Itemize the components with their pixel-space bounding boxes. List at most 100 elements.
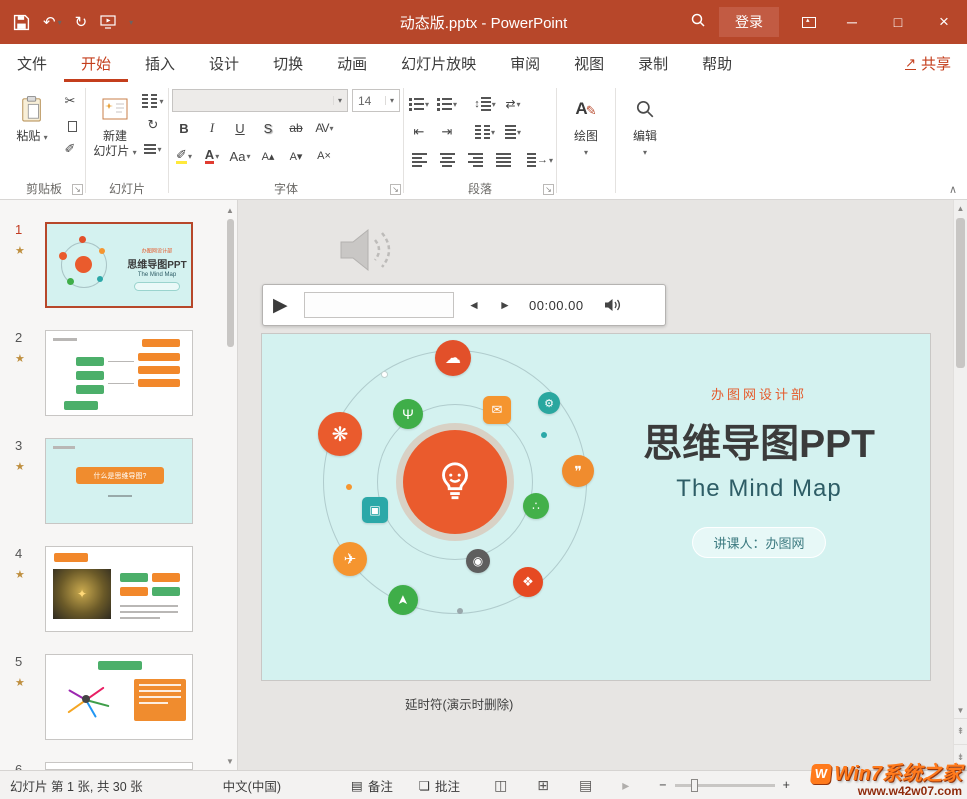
node-rocket-icon[interactable]: ➤ (388, 585, 418, 615)
character-spacing-button[interactable]: AV▾ (312, 116, 336, 140)
center-bulb-node[interactable] (403, 430, 507, 534)
scroll-down-icon[interactable]: ▼ (226, 757, 234, 766)
scroll-up-button[interactable]: ▲ (954, 200, 967, 216)
bold-button[interactable]: B (172, 116, 196, 140)
zoom-in-button[interactable]: + (783, 778, 790, 792)
tab-help[interactable]: 帮助 (685, 44, 749, 82)
reading-view-button[interactable]: ▤ (579, 777, 592, 794)
drawing-button[interactable]: A✎ 绘图▾ (560, 85, 612, 160)
new-slide-button[interactable]: 新建幻灯片 ▾ (89, 85, 141, 160)
share-button[interactable]: ↗ 共享 (905, 44, 951, 82)
scrollbar-track[interactable] (954, 216, 967, 702)
mindmap-graphic[interactable]: ☁ ❋ Ψ ✉ ⚙ ❞ ∴ ▣ ✈ ➤ ◉ ❖ (262, 334, 622, 680)
search-button[interactable] (677, 12, 719, 33)
slide-thumbnail-6[interactable]: 6 (0, 762, 237, 770)
volume-button[interactable] (603, 297, 621, 313)
redo-button[interactable]: ↻ (75, 13, 88, 31)
presenter-pill[interactable]: 讲课人：办图网 (692, 527, 825, 558)
slide-sorter-view-button[interactable]: ⊞ (537, 777, 549, 794)
start-slideshow-button[interactable] (100, 15, 116, 29)
grow-font-button[interactable]: A▴ (256, 144, 280, 168)
tab-insert[interactable]: 插入 (128, 44, 192, 82)
zoom-slider-thumb[interactable] (691, 779, 698, 792)
maximize-button[interactable]: □ (875, 0, 921, 44)
change-case-button[interactable]: Aa▾ (228, 144, 252, 168)
editing-button[interactable]: 编辑▾ (619, 85, 671, 160)
cut-button[interactable]: ✂ (58, 89, 82, 113)
slide-thumbnail-3[interactable]: 3 ★ 什么是思维导图? (0, 438, 237, 524)
customize-qat-button[interactable]: ▾ (129, 18, 133, 27)
delay-note-text[interactable]: 延时符(演示时删除) (405, 694, 513, 713)
slide-title-block[interactable]: 办图网设计部 思维导图PPT The Mind Map 讲课人：办图网 (629, 384, 889, 558)
node-network-icon[interactable]: ∴ (523, 493, 549, 519)
undo-button[interactable]: ↶▾ (43, 13, 62, 31)
node-message-icon[interactable]: ✉ (483, 396, 511, 424)
save-button[interactable] (13, 14, 30, 31)
collapse-ribbon-button[interactable]: ∧ (949, 183, 957, 196)
tab-transitions[interactable]: 切换 (256, 44, 320, 82)
notes-button[interactable]: ▤ 备注 (351, 776, 393, 795)
play-button[interactable]: ▶ (273, 294, 295, 317)
font-name-combobox[interactable]: ▾ (172, 89, 348, 112)
zoom-out-button[interactable]: − (659, 778, 666, 792)
node-plane-icon[interactable]: ✈ (333, 542, 367, 576)
slide-department-text[interactable]: 办图网设计部 (629, 384, 889, 403)
tab-file[interactable]: 文件 (0, 44, 64, 82)
node-cloud-icon[interactable]: ☁ (435, 340, 471, 376)
justify-button[interactable] (491, 148, 515, 172)
slide-thumbnail-5[interactable]: 5 ★ (0, 654, 237, 740)
clear-formatting-button[interactable]: A× (312, 144, 336, 168)
slide-layout-button[interactable]: ▾ (141, 89, 165, 113)
move-back-button[interactable]: ◄ (463, 298, 485, 312)
align-text-button[interactable]: ▾ (501, 120, 525, 144)
scroll-down-button[interactable]: ▼ (954, 702, 967, 718)
normal-view-button[interactable]: ◫ (494, 777, 507, 794)
slide-title-text[interactable]: 思维导图PPT (629, 413, 889, 469)
node-brain-icon[interactable]: ❋ (318, 412, 362, 456)
numbering-button[interactable]: ▾ (435, 92, 459, 116)
close-button[interactable]: × (921, 0, 967, 44)
slide-subtitle-text[interactable]: The Mind Map (629, 475, 889, 503)
tab-view[interactable]: 视图 (557, 44, 621, 82)
copy-button[interactable] (58, 113, 82, 137)
tab-slideshow[interactable]: 幻灯片放映 (384, 44, 493, 82)
slide-thumbnail-2[interactable]: 2 ★ (0, 330, 237, 416)
strikethrough-button[interactable]: ab (284, 116, 308, 140)
scrollbar-thumb[interactable] (227, 219, 234, 347)
slideshow-view-button[interactable]: ▸ (622, 777, 629, 794)
bullets-button[interactable]: ▾ (407, 92, 431, 116)
move-forward-button[interactable]: ► (494, 298, 516, 312)
increase-indent-button[interactable]: ⇥ (435, 120, 459, 144)
node-monitor-icon[interactable]: ▣ (362, 497, 388, 523)
italic-button[interactable]: I (200, 116, 224, 140)
align-left-button[interactable] (407, 148, 431, 172)
font-size-combobox[interactable]: 14▾ (352, 89, 400, 112)
align-center-button[interactable] (435, 148, 459, 172)
comments-button[interactable]: ❏ 批注 (419, 776, 460, 795)
line-spacing-button[interactable]: ↕▾ (473, 92, 497, 116)
language-indicator[interactable]: 中文(中国) (223, 776, 281, 795)
tab-animations[interactable]: 动画 (320, 44, 384, 82)
format-painter-button[interactable]: ✐ (58, 137, 82, 161)
font-dialog-launcher[interactable]: ↘ (390, 184, 401, 195)
tab-review[interactable]: 审阅 (493, 44, 557, 82)
slide-counter[interactable]: 幻灯片 第 1 张, 共 30 张 (10, 776, 143, 795)
shrink-font-button[interactable]: A▾ (284, 144, 308, 168)
text-direction-button[interactable]: ⇄▾ (501, 92, 525, 116)
font-color-button[interactable]: A▾ (200, 144, 224, 168)
highlight-color-button[interactable]: ✐▾ (172, 144, 196, 168)
decrease-indent-button[interactable]: ⇤ (407, 120, 431, 144)
zoom-slider[interactable] (675, 784, 775, 787)
node-idea-tree-icon[interactable]: Ψ (393, 399, 423, 429)
columns-button[interactable]: ▾ (473, 120, 497, 144)
ribbon-display-options-button[interactable] (789, 17, 829, 28)
media-progress-bar[interactable] (304, 292, 454, 318)
scroll-up-icon[interactable]: ▲ (226, 206, 234, 215)
login-button[interactable]: 登录 (719, 7, 779, 37)
node-wifi-icon[interactable]: ◉ (466, 549, 490, 573)
scrollbar-thumb[interactable] (956, 218, 965, 368)
underline-button[interactable]: U (228, 116, 252, 140)
previous-slide-button[interactable]: ⇞ (954, 718, 967, 744)
tab-design[interactable]: 设计 (192, 44, 256, 82)
reset-slide-button[interactable]: ↻ (141, 113, 165, 137)
